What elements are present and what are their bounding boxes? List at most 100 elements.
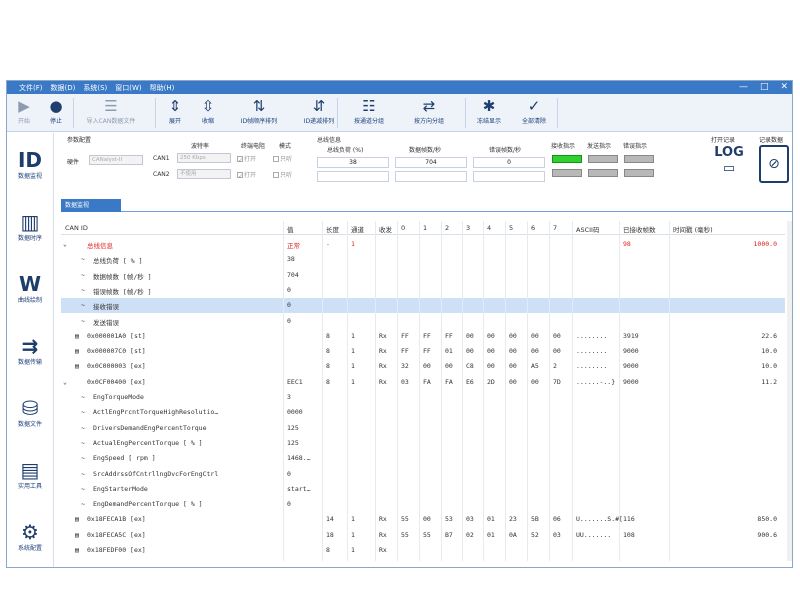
menu-item[interactable]: 窗口(W) bbox=[115, 83, 141, 93]
expand-toggle-icon[interactable]: ~ bbox=[81, 485, 85, 493]
column-header[interactable]: CAN ID bbox=[65, 224, 88, 232]
toolbar-button[interactable]: ⇳ 收缩 bbox=[193, 94, 223, 131]
record-data-button[interactable]: ⊘ bbox=[759, 145, 789, 183]
dir-cell: Rx bbox=[379, 362, 387, 371]
vertical-scrollbar[interactable] bbox=[787, 221, 792, 561]
hardware-select[interactable]: CANalyst-II bbox=[89, 155, 143, 165]
toolbar-separator bbox=[557, 98, 558, 128]
table-row[interactable]: ~ EngStarterMode start… bbox=[61, 482, 785, 497]
frame-rate-value: 704 bbox=[395, 157, 467, 168]
nav-item[interactable]: ▥ 数据时序 bbox=[7, 209, 53, 242]
column-header[interactable]: 1 bbox=[423, 224, 427, 232]
column-header[interactable]: 0 bbox=[401, 224, 405, 232]
expand-toggle-icon[interactable]: ~ bbox=[81, 286, 85, 294]
column-header[interactable]: 收发 bbox=[379, 224, 392, 234]
column-header[interactable]: 3 bbox=[466, 224, 470, 232]
nav-item[interactable]: ⚙ 系统配置 bbox=[7, 519, 53, 552]
expand-toggle-icon[interactable]: ~ bbox=[81, 454, 85, 462]
column-header[interactable]: ASCII码 bbox=[576, 224, 599, 234]
timestamp-cell: 10.0 bbox=[761, 347, 777, 356]
nav-item[interactable]: W 曲线绘制 bbox=[7, 271, 53, 304]
table-row[interactable]: ~ DriversDemandEngPercentTorque 125 bbox=[61, 421, 785, 436]
nav-item[interactable]: ⛁ 数据文件 bbox=[7, 395, 53, 428]
can1-terminate-checkbox[interactable]: ✓打开 bbox=[237, 154, 256, 164]
expand-toggle-icon[interactable]: ⌄ bbox=[63, 240, 67, 248]
column-header[interactable]: 2 bbox=[445, 224, 449, 232]
expand-toggle-icon[interactable]: ~ bbox=[81, 393, 85, 401]
can-id-cell: 0x0C000003 [ex] bbox=[87, 362, 146, 371]
nav-item[interactable]: ▤ 实用工具 bbox=[7, 457, 53, 490]
expand-toggle-icon[interactable]: ~ bbox=[81, 408, 85, 416]
can2-baud-select[interactable]: 不使用 bbox=[177, 169, 231, 179]
expand-toggle-icon[interactable]: ~ bbox=[81, 439, 85, 447]
expand-toggle-icon[interactable]: ~ bbox=[81, 424, 85, 432]
can1-listen-checkbox[interactable]: 只听 bbox=[273, 154, 292, 163]
column-header[interactable]: 长度 bbox=[326, 224, 339, 234]
expand-toggle-icon[interactable]: ⌄ bbox=[63, 378, 67, 386]
table-row[interactable]: ~ 发送错误 0 bbox=[61, 314, 785, 329]
expand-toggle-icon[interactable]: ~ bbox=[81, 317, 85, 325]
toolbar-button[interactable]: ⇕ 展开 bbox=[161, 94, 189, 131]
table-row[interactable]: ~ 总线负荷 [ % ] 38 bbox=[61, 252, 785, 267]
expand-toggle-icon[interactable]: ~ bbox=[81, 301, 85, 309]
expand-toggle-icon[interactable]: ~ bbox=[81, 500, 85, 508]
play-icon: ▶ bbox=[18, 97, 30, 115]
expand-toggle-icon[interactable]: ~ bbox=[81, 470, 85, 478]
column-header[interactable]: 已接收帧数 bbox=[623, 224, 656, 234]
toolbar-button[interactable]: ✱ 冻结显示 bbox=[473, 94, 505, 131]
minimize-button[interactable]: — bbox=[739, 81, 748, 93]
expand-toggle-icon[interactable]: ~ bbox=[81, 271, 85, 279]
table-row[interactable]: ▤ 0x18FECA1B [ex] 14 1 Rx 55 00 53 03 01 23 5B 06 U..… bbox=[61, 512, 785, 527]
config-title: 参数配置 bbox=[67, 137, 92, 144]
column-divider bbox=[347, 221, 348, 561]
table-row[interactable]: ▤ 0x000007C0 [st] 8 1 Rx FF FF 01 00 00 00 00 00....… bbox=[61, 344, 785, 359]
column-header[interactable]: 4 bbox=[487, 224, 491, 232]
table-row[interactable]: ~ EngSpeed [ rpm ] 1468.… bbox=[61, 451, 785, 466]
table-row[interactable]: ▤ 0x18FECA5C [ex] 18 1 Rx 55 55 B7 02 01 0A 52 03 UU.… bbox=[61, 528, 785, 543]
table-row[interactable]: ▤ 0x000001A0 [st] 8 1 Rx FF FF FF 00 00 00 00 00....… bbox=[61, 329, 785, 344]
table-row[interactable]: ~ 错误帧数 [帧/秒 ] 0 bbox=[61, 283, 785, 298]
table-row[interactable]: ~ EngTorqueMode 3 bbox=[61, 390, 785, 405]
toolbar-button[interactable]: ⇄ 按方向分组 bbox=[403, 94, 455, 131]
toolbar-button[interactable]: ▶ 开始 bbox=[11, 94, 37, 131]
menu-item[interactable]: 帮助(H) bbox=[150, 83, 175, 93]
toolbar-button[interactable]: ✓ 全部清除 bbox=[511, 94, 557, 131]
table-row[interactable]: ~ ActualEngPercentTorque [ % ] 125 bbox=[61, 436, 785, 451]
column-header[interactable]: 通道 bbox=[351, 224, 364, 234]
nav-item-label: 数据时序 bbox=[17, 235, 42, 242]
toolbar-button[interactable]: ☷ 按通道分组 bbox=[343, 94, 395, 131]
tab-data-monitor[interactable]: 数据监视 bbox=[61, 199, 121, 212]
toolbar-button[interactable]: ☰ 导入CAN数据文件 bbox=[79, 94, 143, 131]
table-row[interactable]: ⌄ 总线信息 正常 - 1 98 1000.0 bbox=[61, 237, 785, 252]
toolbar-button[interactable]: ⇅ ID帧顺序排列 bbox=[233, 94, 285, 131]
toolbar-separator bbox=[155, 98, 156, 128]
table-row[interactable]: ⌄ 0x0CF00400 [ex] EEC1 8 1 Rx 03 FA FA E6 2D 00 00 7D… bbox=[61, 375, 785, 390]
table-row[interactable]: ~ EngDemandPercentTorque [ % ] 0 bbox=[61, 497, 785, 512]
table-row[interactable]: ~ SrcAddrssOfCntrllngDvcForEngCtrl 0 bbox=[61, 467, 785, 482]
table-row[interactable]: ~ ActlEngPrcntTorqueHighResolutio… 0000 bbox=[61, 405, 785, 420]
nav-item[interactable]: ID 数据监视 bbox=[7, 147, 53, 180]
open-log-button[interactable]: LOG ▭ bbox=[709, 145, 749, 183]
close-button[interactable]: ✕ bbox=[780, 81, 788, 93]
menu-item[interactable]: 系统(S) bbox=[83, 83, 107, 93]
expand-toggle-icon[interactable]: ~ bbox=[81, 255, 85, 263]
menu-item[interactable]: 文件(F) bbox=[19, 83, 43, 93]
column-header[interactable]: 7 bbox=[553, 224, 557, 232]
maximize-button[interactable]: □ bbox=[760, 81, 769, 93]
table-row[interactable]: ▤ 0x0C000003 [ex] 8 1 Rx 32 00 00 C8 00 00 A5 2.....… bbox=[61, 359, 785, 374]
can2-terminate-checkbox[interactable]: ✓打开 bbox=[237, 170, 256, 180]
table-row[interactable]: ▤ 0x18FEDF00 [ex] 8 1 Rx bbox=[61, 543, 785, 558]
column-header[interactable]: 5 bbox=[509, 224, 513, 232]
can2-listen-checkbox[interactable]: 只听 bbox=[273, 170, 292, 179]
menu-item[interactable]: 数据(D) bbox=[51, 83, 76, 93]
can1-baud-select[interactable]: 250 Kbps bbox=[177, 153, 231, 163]
tx-indicator-lamp-2 bbox=[588, 169, 618, 177]
toolbar-button-label: 展开 bbox=[168, 118, 181, 125]
table-row[interactable]: ~ 数据帧数 [帧/秒 ] 704 bbox=[61, 268, 785, 283]
nav-item[interactable]: ⇉ 数据传输 bbox=[7, 333, 53, 366]
column-header[interactable]: 时间戳 (毫秒) bbox=[673, 224, 713, 234]
table-row[interactable]: ~ 接收错误 0 bbox=[61, 298, 785, 314]
column-header[interactable]: 6 bbox=[531, 224, 535, 232]
column-header[interactable]: 值 bbox=[287, 224, 294, 234]
toolbar-button[interactable]: ● 停止 bbox=[41, 94, 71, 131]
